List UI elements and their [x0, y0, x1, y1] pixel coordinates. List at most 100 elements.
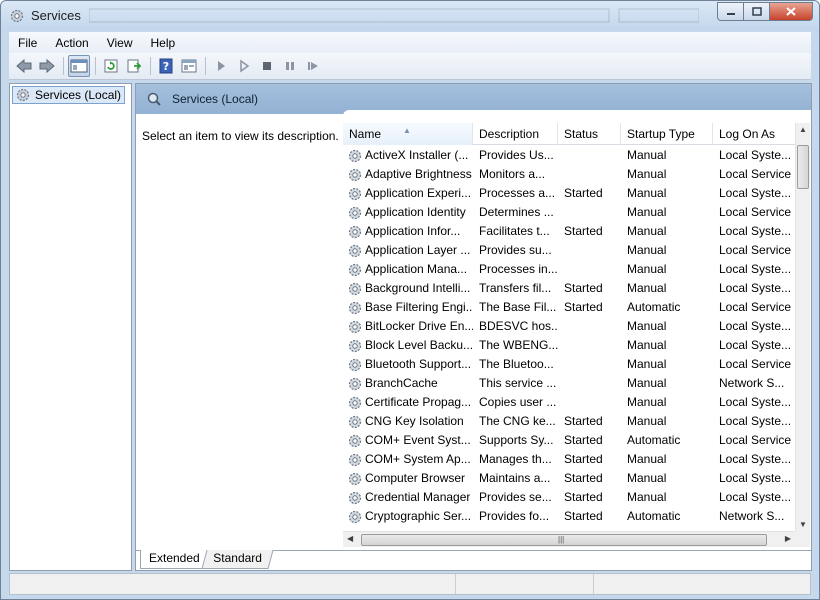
service-gear-icon: [348, 244, 362, 257]
service-name-cell: Application Experi...: [343, 184, 473, 203]
table-row[interactable]: Block Level Backu... The WBENG... Manual Lo…: [343, 336, 795, 355]
column-header-row: ▲ Name Description Status Startup Type L…: [343, 123, 795, 145]
service-name: Certificate Propag...: [365, 395, 472, 409]
service-log-on-as: Local Syste...: [719, 281, 792, 295]
minimize-button[interactable]: [717, 2, 743, 21]
service-startup-type: Manual: [627, 452, 667, 466]
table-row[interactable]: CNG Key Isolation The CNG ke... Started Man…: [343, 412, 795, 431]
service-name-cell: Application Infor...: [343, 222, 473, 241]
caption-buttons: [717, 2, 813, 21]
column-header-startup-type[interactable]: Startup Type: [621, 123, 713, 145]
restart-service-button[interactable]: [302, 55, 324, 77]
column-header-name[interactable]: ▲ Name: [343, 123, 473, 145]
column-header-log-on-as[interactable]: Log On As: [713, 123, 795, 145]
refresh-icon: [104, 59, 118, 73]
service-log-on-as: Local Syste...: [719, 186, 792, 200]
service-description: Processes a...: [479, 186, 556, 200]
horizontal-scroll-thumb[interactable]: |||: [361, 534, 767, 546]
mmc-properties-icon: [181, 59, 197, 73]
start-service-alt-button[interactable]: [233, 55, 255, 77]
close-button[interactable]: [769, 2, 813, 21]
back-button[interactable]: [13, 55, 35, 77]
table-row[interactable]: Certificate Propag... Copies user ... Manu…: [343, 393, 795, 412]
service-name-cell: Application Mana...: [343, 260, 473, 279]
vertical-scroll-thumb[interactable]: [797, 145, 809, 189]
maximize-button[interactable]: [743, 2, 769, 21]
scroll-left-icon[interactable]: ◀: [347, 534, 353, 543]
service-description: Monitors a...: [479, 167, 546, 181]
table-row[interactable]: Application Mana... Processes in... Manual…: [343, 260, 795, 279]
service-status: Started: [564, 471, 603, 485]
service-name: Computer Browser: [365, 471, 466, 485]
stop-service-button[interactable]: [256, 55, 278, 77]
column-header-status[interactable]: Status: [558, 123, 621, 145]
scroll-down-icon[interactable]: ▼: [799, 520, 807, 529]
service-description: Provides Us...: [479, 148, 554, 162]
sort-ascending-icon: ▲: [403, 126, 411, 135]
services-window: Services File Action View Help ? Service…: [0, 0, 820, 600]
service-status: Started: [564, 186, 603, 200]
service-startup-type: Manual: [627, 243, 667, 257]
tab-extended[interactable]: Extended: [140, 550, 209, 569]
table-row[interactable]: Credential Manager Provides se... Started M…: [343, 488, 795, 507]
service-startup-type: Manual: [627, 167, 667, 181]
column-header-label: Log On As: [719, 127, 776, 141]
table-row[interactable]: Application Experi... Processes a... Start…: [343, 184, 795, 203]
menu-help[interactable]: Help: [142, 36, 185, 50]
scroll-right-icon[interactable]: ▶: [785, 534, 791, 543]
service-startup-type: Manual: [627, 414, 667, 428]
table-row[interactable]: Background Intelli... Transfers fil... Sta…: [343, 279, 795, 298]
table-row[interactable]: Bluetooth Support... The Bluetoo... Manual…: [343, 355, 795, 374]
service-gear-icon: [348, 301, 362, 314]
service-description: Provides fo...: [479, 509, 550, 523]
table-row[interactable]: Computer Browser Maintains a... Started Man…: [343, 469, 795, 488]
table-row[interactable]: BranchCache This service ... Manual Network…: [343, 374, 795, 393]
export-list-button[interactable]: [123, 55, 145, 77]
service-status: Started: [564, 414, 603, 428]
table-row[interactable]: Adaptive Brightness Monitors a... Manual Lo…: [343, 165, 795, 184]
scroll-up-icon[interactable]: ▲: [799, 125, 807, 134]
tree-item-services-local[interactable]: Services (Local): [12, 86, 126, 104]
service-name: Application Mana...: [365, 262, 468, 276]
menu-file[interactable]: File: [9, 36, 46, 50]
table-row[interactable]: BitLocker Drive En... BDESVC hos... Manual…: [343, 317, 795, 336]
service-gear-icon: [348, 434, 362, 447]
table-row[interactable]: Cryptographic Ser... Provides fo... Starte…: [343, 507, 795, 526]
service-name-cell: COM+ Event Syst...: [343, 431, 473, 450]
tab-standard[interactable]: Standard: [201, 550, 274, 569]
title-bar[interactable]: Services: [1, 1, 819, 31]
services-gear-icon: [10, 9, 24, 23]
table-row[interactable]: ActiveX Installer (... Provides Us... Manu…: [343, 146, 795, 165]
service-name: BitLocker Drive En...: [365, 319, 473, 333]
service-log-on-as: Network S...: [719, 509, 785, 523]
table-row[interactable]: Application Infor... Facilitates t... Star…: [343, 222, 795, 241]
vertical-scrollbar[interactable]: ▲ ▼: [795, 123, 810, 531]
show-hide-tree-button[interactable]: [68, 55, 90, 77]
service-log-on-as: Local Syste...: [719, 224, 792, 238]
table-row[interactable]: Application Identity Determines ... Manual…: [343, 203, 795, 222]
menu-view[interactable]: View: [98, 36, 142, 50]
column-header-description[interactable]: Description: [473, 123, 558, 145]
service-log-on-as: Local Syste...: [719, 338, 792, 352]
menu-action[interactable]: Action: [46, 36, 97, 50]
start-service-button[interactable]: [210, 55, 232, 77]
table-row[interactable]: Base Filtering Engi... The Base Fil... Sta…: [343, 298, 795, 317]
table-row[interactable]: COM+ Event Syst... Supports Sy... Started A…: [343, 431, 795, 450]
service-name: ActiveX Installer (...: [365, 148, 469, 162]
window-title: Services: [31, 8, 81, 23]
service-startup-type: Manual: [627, 224, 667, 238]
pause-service-button[interactable]: [279, 55, 301, 77]
properties-button[interactable]: [178, 55, 200, 77]
horizontal-scrollbar[interactable]: ◀ ||| ▶: [343, 531, 795, 547]
help-button[interactable]: ?: [155, 55, 177, 77]
service-name: Credential Manager: [365, 490, 471, 504]
refresh-button[interactable]: [100, 55, 122, 77]
service-status: Started: [564, 490, 603, 504]
service-name-cell: COM+ System Ap...: [343, 450, 473, 469]
table-row[interactable]: Application Layer ... Provides su... Manua…: [343, 241, 795, 260]
status-bar: [9, 573, 811, 595]
service-log-on-as: Local Syste...: [719, 395, 792, 409]
service-gear-icon: [348, 320, 362, 333]
forward-button[interactable]: [36, 55, 58, 77]
table-row[interactable]: COM+ System Ap... Manages th... Started Man…: [343, 450, 795, 469]
